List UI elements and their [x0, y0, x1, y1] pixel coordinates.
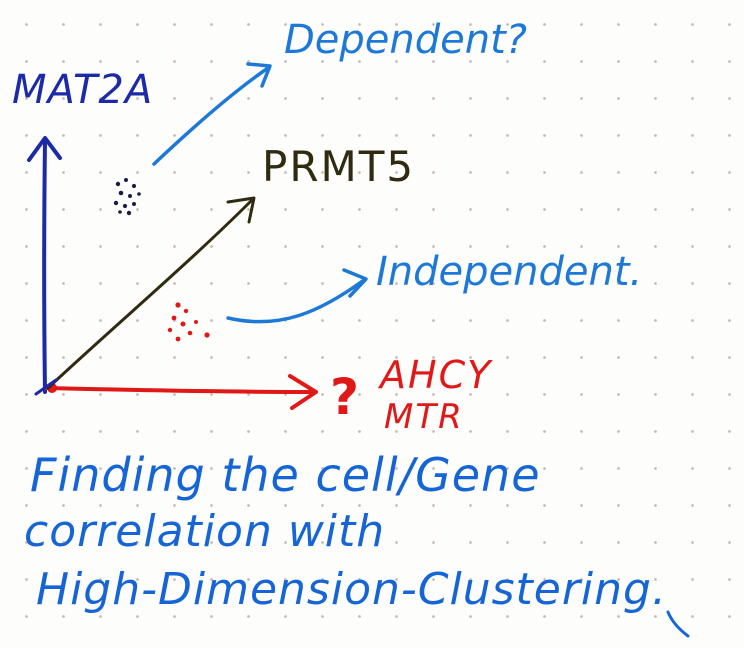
- dependent-cluster: [113, 178, 141, 216]
- mat2a-axis: [27, 136, 62, 394]
- x-axis-question-mark: ?: [330, 368, 360, 426]
- dependent-arrow: [152, 62, 272, 166]
- caption-flourish: [666, 610, 690, 638]
- prmt5-label: PRMT5: [262, 142, 416, 191]
- independent-cluster: [167, 302, 210, 342]
- mtr-label: MTR: [384, 397, 464, 437]
- ahcy-mtr-axis: [44, 374, 318, 410]
- independent-arrow: [226, 268, 368, 324]
- notebook-page: MAT2A PRMT5 Dependent? Independent. ? AH…: [0, 0, 744, 648]
- dependent-label: Dependent?: [284, 17, 528, 63]
- mat2a-label: MAT2A: [12, 67, 154, 113]
- independent-label: Independent.: [376, 249, 643, 295]
- ahcy-label: AHCY: [380, 353, 493, 397]
- caption-line-2: correlation with: [24, 506, 386, 557]
- caption-line-1: Finding the cell/Gene: [30, 448, 541, 502]
- prmt5-axis: [46, 196, 256, 390]
- caption-line-3: High-Dimension-Clustering.: [36, 564, 667, 615]
